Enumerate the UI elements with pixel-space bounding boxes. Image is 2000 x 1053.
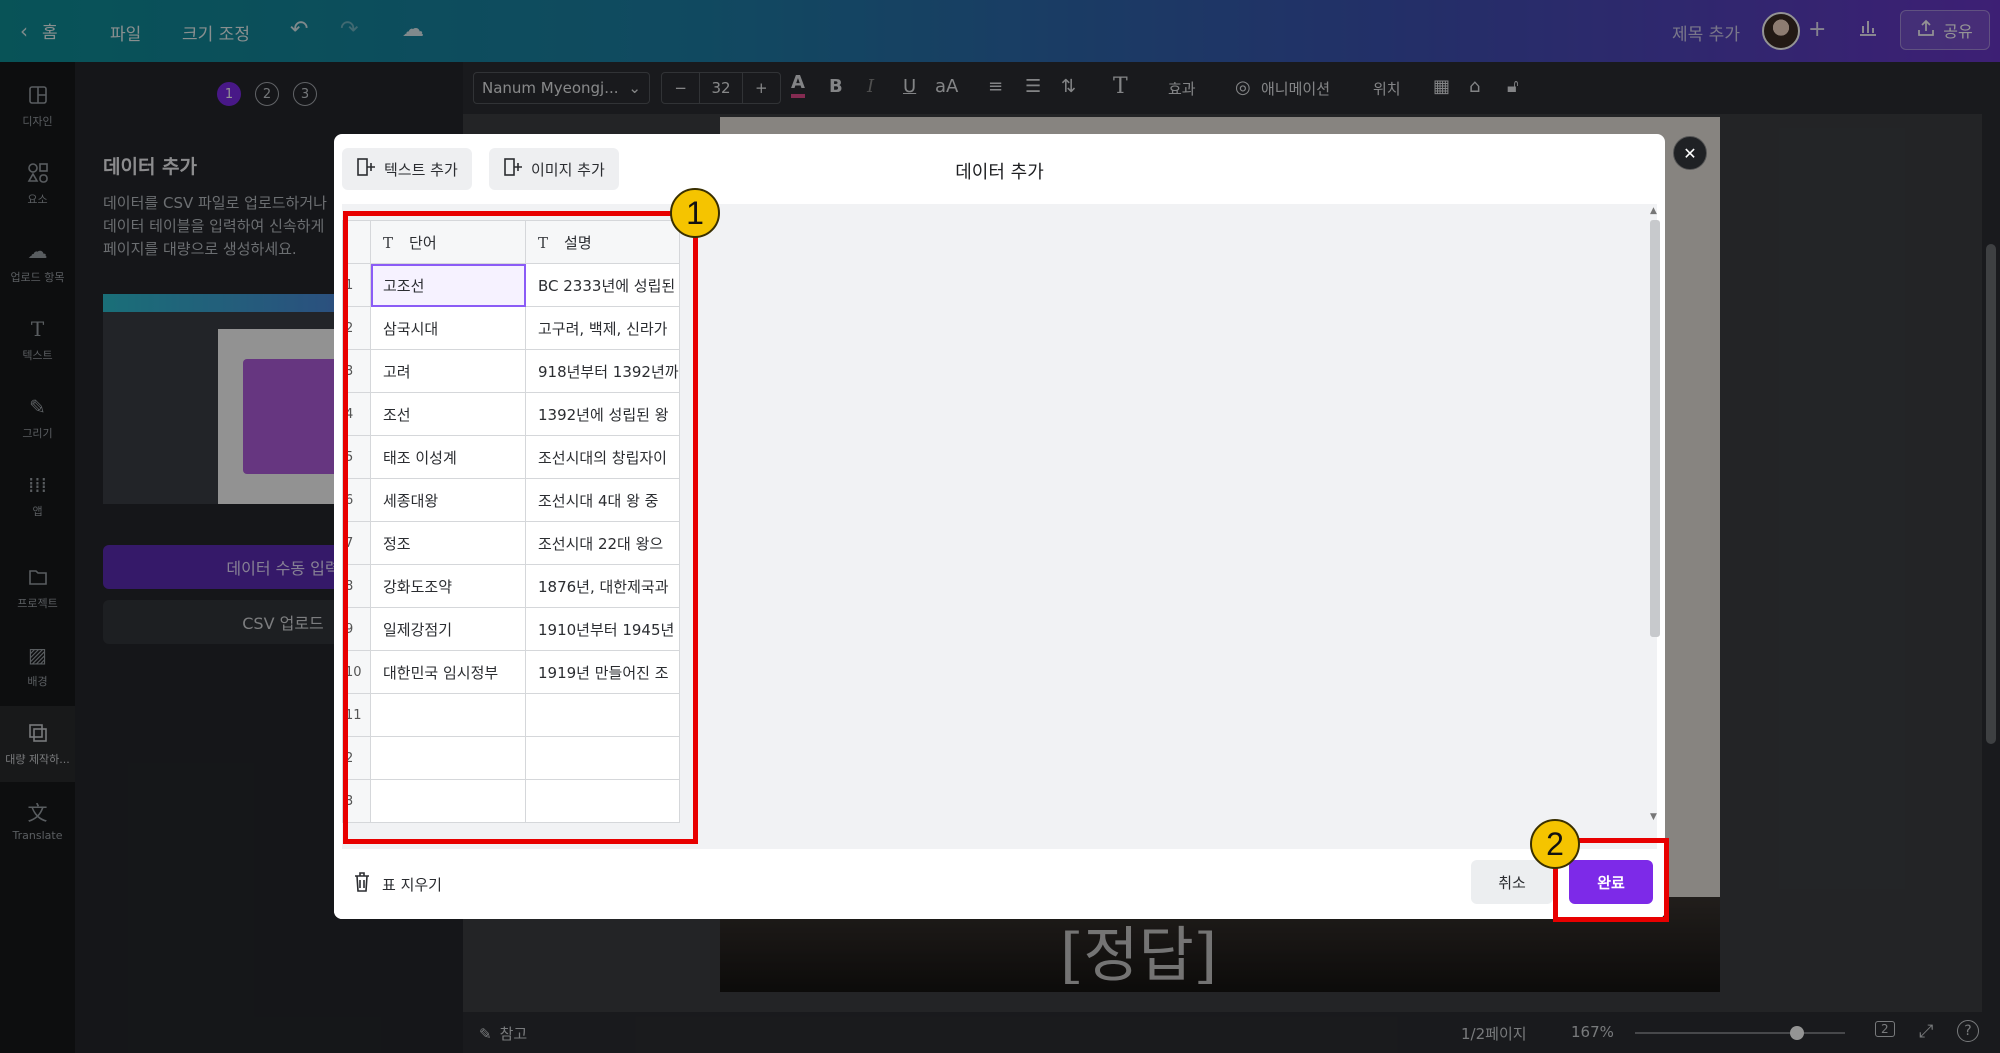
cancel-button[interactable]: 취소 xyxy=(1471,860,1553,904)
close-icon: ✕ xyxy=(1683,143,1697,163)
close-dialog-button[interactable]: ✕ xyxy=(1673,136,1707,170)
clear-table-button[interactable]: 표 지우기 xyxy=(352,871,442,897)
annotation-box-table xyxy=(343,211,698,844)
annotation-badge-1: 1 xyxy=(670,188,720,238)
trash-icon xyxy=(352,871,372,897)
dialog-footer: 표 지우기 취소 완료 xyxy=(334,849,1665,919)
dialog-title: 데이터 추가 xyxy=(955,162,1044,183)
dialog-scrollbar[interactable]: ▲ ▼ xyxy=(1648,206,1661,826)
dialog-header: 텍스트 추가 이미지 추가 데이터 추가 xyxy=(334,134,1665,204)
annotation-badge-2: 2 xyxy=(1530,819,1580,869)
